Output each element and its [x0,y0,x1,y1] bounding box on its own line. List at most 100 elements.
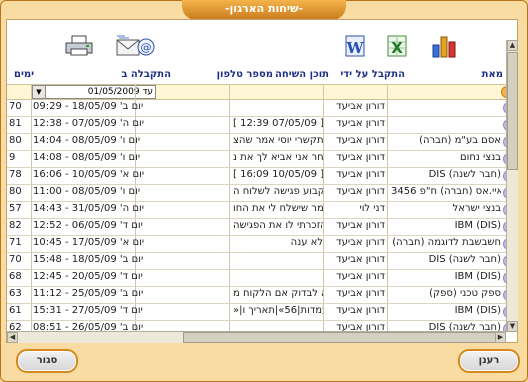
cell-from: בנצי נחום [459,152,501,163]
cell-from: IBM (DIS) [454,271,501,282]
table-row[interactable]: יום ב' 18/05/09 - 09:29 דורון אביעד 70 [7,99,507,117]
cell-received-at: יום ד' 06/05/09 - 12:52 [33,220,143,231]
cell-received-by: דורון אביעד [336,220,385,231]
cell-content: »|עמדות|56»|תאריך ו [233,305,323,316]
col-header-days[interactable]: ימים [14,69,34,83]
cell-days: 78 [9,169,22,180]
close-button[interactable]: סגור [16,349,78,373]
cell-days: 70 [9,101,22,112]
cell-received-at: יום ב' 18/05/09 - 09:29 [33,101,144,112]
cell-received-by: דורון אביעד [336,135,385,146]
cell-from: בנצי ישראל [452,203,501,214]
col-header-received-by[interactable]: התקבל על ידי [340,69,405,83]
cell-phone [151,322,227,331]
cell-from: IBM (DIS) [454,305,501,316]
cell-from [391,118,501,131]
cell-content: לקבוע פגישה לשלוח ה [233,186,323,197]
cell-from: DIS (חבר לשנה) [428,169,501,180]
window-title: -שיחות הארגון- [182,0,346,20]
table-row[interactable]: יום ד' 06/05/09 - 12:52 הזכרתי לו את הפגי… [7,218,507,236]
cell-days: 80 [9,186,22,197]
cell-received-by: דורון אביעד [336,169,385,180]
table-row[interactable]: יום ה' 31/05/09 - 14:43 אמר שישלח לי את ה… [7,201,507,219]
cell-received-by: דורון אביעד [336,237,385,248]
cell-phone [151,305,227,318]
cell-received-at: יום ה' 31/05/09 - 14:43 [33,203,144,214]
scroll-left-icon[interactable]: ◀ [7,332,18,343]
refresh-button[interactable]: רענן [458,349,520,373]
table-row[interactable]: יום ו' 08/05/09 - 14:04 התקשרי יוסי אמר ש… [7,133,507,151]
cell-received-at: יום ד' 20/05/09 - 12:45 [33,271,143,282]
col-header-phone[interactable]: מספר טלפון [217,69,273,83]
cell-from: ספק טכני (ספק) [429,288,501,299]
table-row[interactable]: יום ב' 26/05/09 - 08:51 דורון אביעד DIS (ח… [7,320,507,331]
cell-from: DIS (חבר לשנה) [428,254,501,265]
cell-received-at: יום ד' 27/05/09 - 15:31 [33,305,143,316]
col-header-content[interactable]: תוכן השיחה [275,69,329,83]
cell-phone [151,169,227,182]
cell-content [233,322,323,331]
cell-days: 82 [9,220,22,231]
cell-received-by: דורון אביעד [336,186,385,197]
cell-content: נא לבדוק אם הלקוח מ [233,288,323,299]
table-row[interactable]: יום ו' 08/05/09 - 14:08 מחר אני אביא לך א… [7,150,507,168]
cell-days: 68 [9,271,22,282]
cell-content: [ 12:39 07/05/09 ]:= [233,118,323,129]
cell-received-at: יום ו' 08/05/09 - 11:00 [33,186,141,197]
table-row[interactable]: יום ה' 07/05/09 - 12:38 [ 12:39 07/05/09 … [7,116,507,134]
cell-from: DIS (חבר לשנה) [428,322,501,331]
cell-days: 71 [9,237,22,248]
cell-received-by: דורון אביעד [336,271,385,282]
cell-days: 57 [9,203,22,214]
cell-content: הזכרתי לו את הפגישה [233,220,323,231]
scroll-right-icon[interactable]: ▶ [495,332,506,343]
email-icon[interactable]: @ [115,33,155,59]
cell-phone [151,135,227,148]
toolbar: X W @ [7,20,517,65]
cell-from: אסם בע"מ (חברה) [419,135,501,146]
word-icon[interactable]: W [342,33,368,59]
excel-icon[interactable]: X [384,33,410,59]
date-filter-dropdown[interactable]: ▼ עד 01/05/2009 [32,85,156,99]
cell-days: 9 [9,152,16,163]
cell-received-at: יום א' 17/05/09 - 10:45 [33,237,145,248]
table-row[interactable]: יום ד' 20/05/09 - 12:45 דורון אביעד IBM (D… [7,269,507,287]
cell-received-at: יום ב' 26/05/09 - 08:51 [33,322,144,331]
cell-content: [ 16:09 10/05/09 ]:= [233,169,323,180]
table-row[interactable]: יום ו' 08/05/09 - 11:00 לקבוע פגישה לשלוח… [7,184,507,202]
cell-content: לא ענה [290,237,323,248]
cell-phone [151,186,227,199]
horizontal-scrollbar[interactable]: ◀ ▶ [7,331,506,343]
cell-received-at: יום א' 10/05/09 - 16:06 [33,169,145,180]
horizontal-scroll-thumb[interactable] [183,332,506,343]
bar-chart-icon[interactable] [431,33,457,59]
scroll-down-icon[interactable]: ▼ [507,321,518,332]
cell-received-by: דני לוי [359,203,385,214]
cell-received-by: דורון אביעד [336,152,385,163]
table-row[interactable]: יום א' 17/05/09 - 10:45 לא ענה דורון אביעד… [7,235,507,253]
cell-received-by: דורון אביעד [336,101,385,112]
cell-from: IBM (DIS) [454,220,501,231]
cell-content [233,254,323,267]
cell-phone [151,152,227,165]
cell-received-by: דורון אביעד [336,305,385,316]
scroll-up-icon[interactable]: ▲ [507,40,518,51]
table-row[interactable]: יום ב' 25/05/09 - 11:12 נא לבדוק אם הלקוח… [7,286,507,304]
chevron-down-icon[interactable]: ▼ [33,86,46,98]
table-row[interactable]: יום א' 10/05/09 - 16:06 [ 16:09 10/05/09 … [7,167,507,185]
cell-days: 61 [9,305,22,316]
cell-phone [151,203,227,216]
col-header-from[interactable]: מאת [482,69,503,83]
calls-panel: X W @ מאת התקבל על ידי תוכן השיחה מספר ט… [6,19,518,343]
cell-phone [151,220,227,233]
cell-received-by: דורון אביעד [336,322,385,331]
cell-received-at: יום ב' 25/05/09 - 11:12 [33,288,144,299]
cell-days: 70 [9,254,22,265]
vertical-scrollbar[interactable]: ▲ ▼ [506,40,518,332]
table-row[interactable]: יום ד' 27/05/09 - 15:31 »|עמדות|56»|תאריך… [7,303,507,321]
vertical-scroll-thumb[interactable] [507,52,518,170]
col-header-received-at[interactable]: התקבלה ב [121,69,171,83]
printer-icon[interactable] [63,33,95,59]
svg-text:W: W [346,39,365,57]
table-row[interactable]: יום ב' 18/05/09 - 15:48 דורון אביעד DIS (ח… [7,252,507,270]
